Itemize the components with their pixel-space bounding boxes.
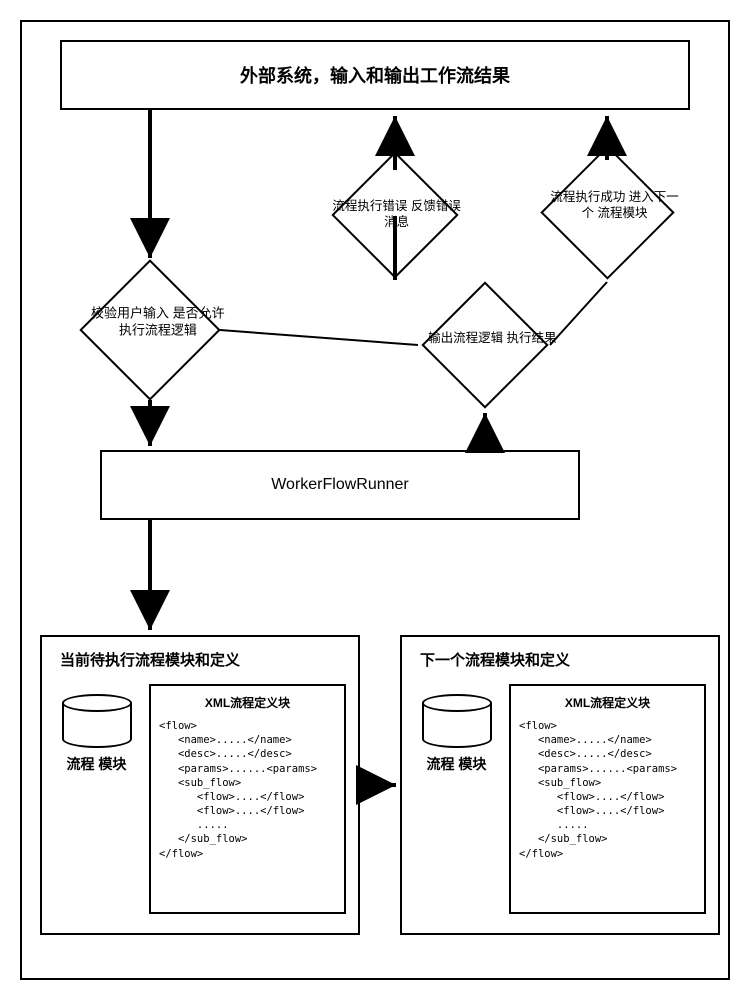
current-xml-box: XML流程定义块 <flow> <name>.....</name> <desc…	[149, 684, 346, 914]
next-xml-code: <flow> <name>.....</name> <desc>.....</d…	[519, 719, 696, 861]
next-module-title: 下一个流程模块和定义	[414, 649, 706, 670]
success-next-label: 流程执行成功 进入下一个 流程模块	[547, 189, 684, 222]
external-system-label: 外部系统，输入和输出工作流结果	[240, 62, 510, 88]
next-module-container: 下一个流程模块和定义 流程 模块 XML流程定义块 <flow> <name>.…	[400, 635, 720, 935]
workerflowrunner-label: WorkerFlowRunner	[271, 476, 409, 494]
output-result-label: 输出流程逻辑 执行结果	[427, 330, 556, 346]
external-system-box: 外部系统，输入和输出工作流结果	[60, 40, 690, 110]
next-db-icon: 流程 模块	[414, 694, 499, 773]
current-module-container: 当前待执行流程模块和定义 流程 模块 XML流程定义块 <flow> <name…	[40, 635, 360, 935]
current-db-label: 流程 模块	[67, 755, 127, 773]
current-db-icon: 流程 模块	[54, 694, 139, 773]
next-db-label: 流程 模块	[427, 755, 487, 773]
error-feedback-label: 流程执行错误 反馈错误消息	[332, 198, 461, 231]
validate-input-label: 校验用户输入 是否允许 执行流程逻辑	[86, 305, 230, 339]
current-module-title: 当前待执行流程模块和定义	[54, 649, 346, 670]
next-xml-box: XML流程定义块 <flow> <name>.....</name> <desc…	[509, 684, 706, 914]
current-xml-title: XML流程定义块	[159, 694, 336, 711]
current-xml-code: <flow> <name>.....</name> <desc>.....</d…	[159, 719, 336, 861]
next-xml-title: XML流程定义块	[519, 694, 696, 711]
workerflowrunner-box: WorkerFlowRunner	[100, 450, 580, 520]
